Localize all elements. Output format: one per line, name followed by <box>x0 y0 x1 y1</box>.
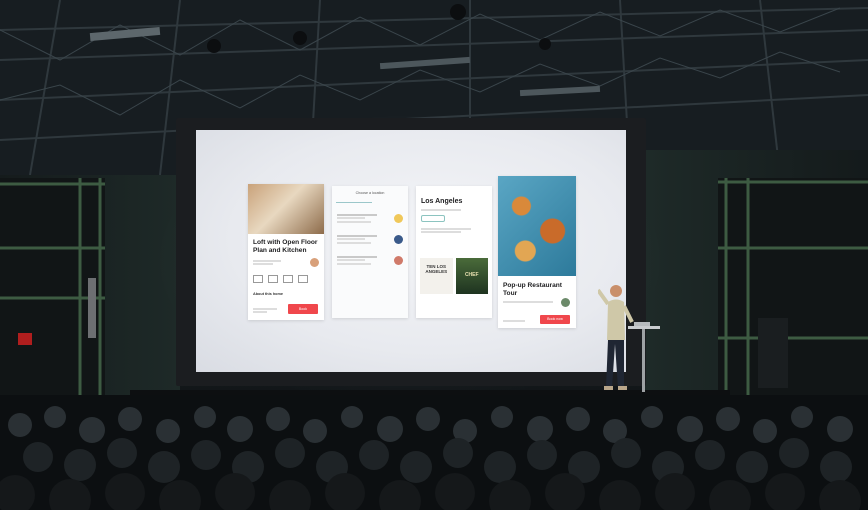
avatar <box>394 255 403 265</box>
tour-title: Pop-up Restaurant Tour <box>503 282 562 297</box>
food-photo <box>498 176 576 276</box>
avatar <box>394 213 403 223</box>
avatar <box>310 258 319 268</box>
listing-title: Loft with Open Floor Plan and Kitchen <box>253 239 318 254</box>
book-cover: CHEF <box>455 258 488 294</box>
presenter <box>598 285 634 390</box>
right-stage-truss <box>718 178 868 398</box>
avatar <box>394 234 403 244</box>
list-item[interactable] <box>337 212 403 224</box>
amenity-icons <box>253 275 319 284</box>
avatar <box>561 298 570 307</box>
list-header: Choose a location <box>355 191 385 195</box>
list-item[interactable] <box>337 254 403 266</box>
city-title: Los Angeles <box>421 198 463 205</box>
conference-photo: Loft with Open Floor Plan and Kitchen Ab… <box>0 0 868 510</box>
location-list-card: Choose a location <box>332 186 408 318</box>
audience <box>0 395 868 510</box>
city-card: Los Angeles TEN LOS ANGELES CHEF <box>416 186 492 318</box>
book-now-button[interactable]: Book now <box>540 315 570 324</box>
listing-card: Loft with Open Floor Plan and Kitchen Ab… <box>248 184 324 320</box>
list-item[interactable] <box>337 233 403 245</box>
restaurant-tour-card: Pop-up Restaurant Tour Book now <box>498 176 576 328</box>
projection-screen: Loft with Open Floor Plan and Kitchen Ab… <box>196 130 626 372</box>
room-photo <box>248 184 324 234</box>
book-button[interactable]: Book <box>288 304 318 314</box>
book-cover: TEN LOS ANGELES <box>420 258 453 294</box>
book-covers: TEN LOS ANGELES CHEF <box>420 258 488 294</box>
section-heading: About this home <box>253 292 283 297</box>
left-stage-truss <box>0 178 105 398</box>
